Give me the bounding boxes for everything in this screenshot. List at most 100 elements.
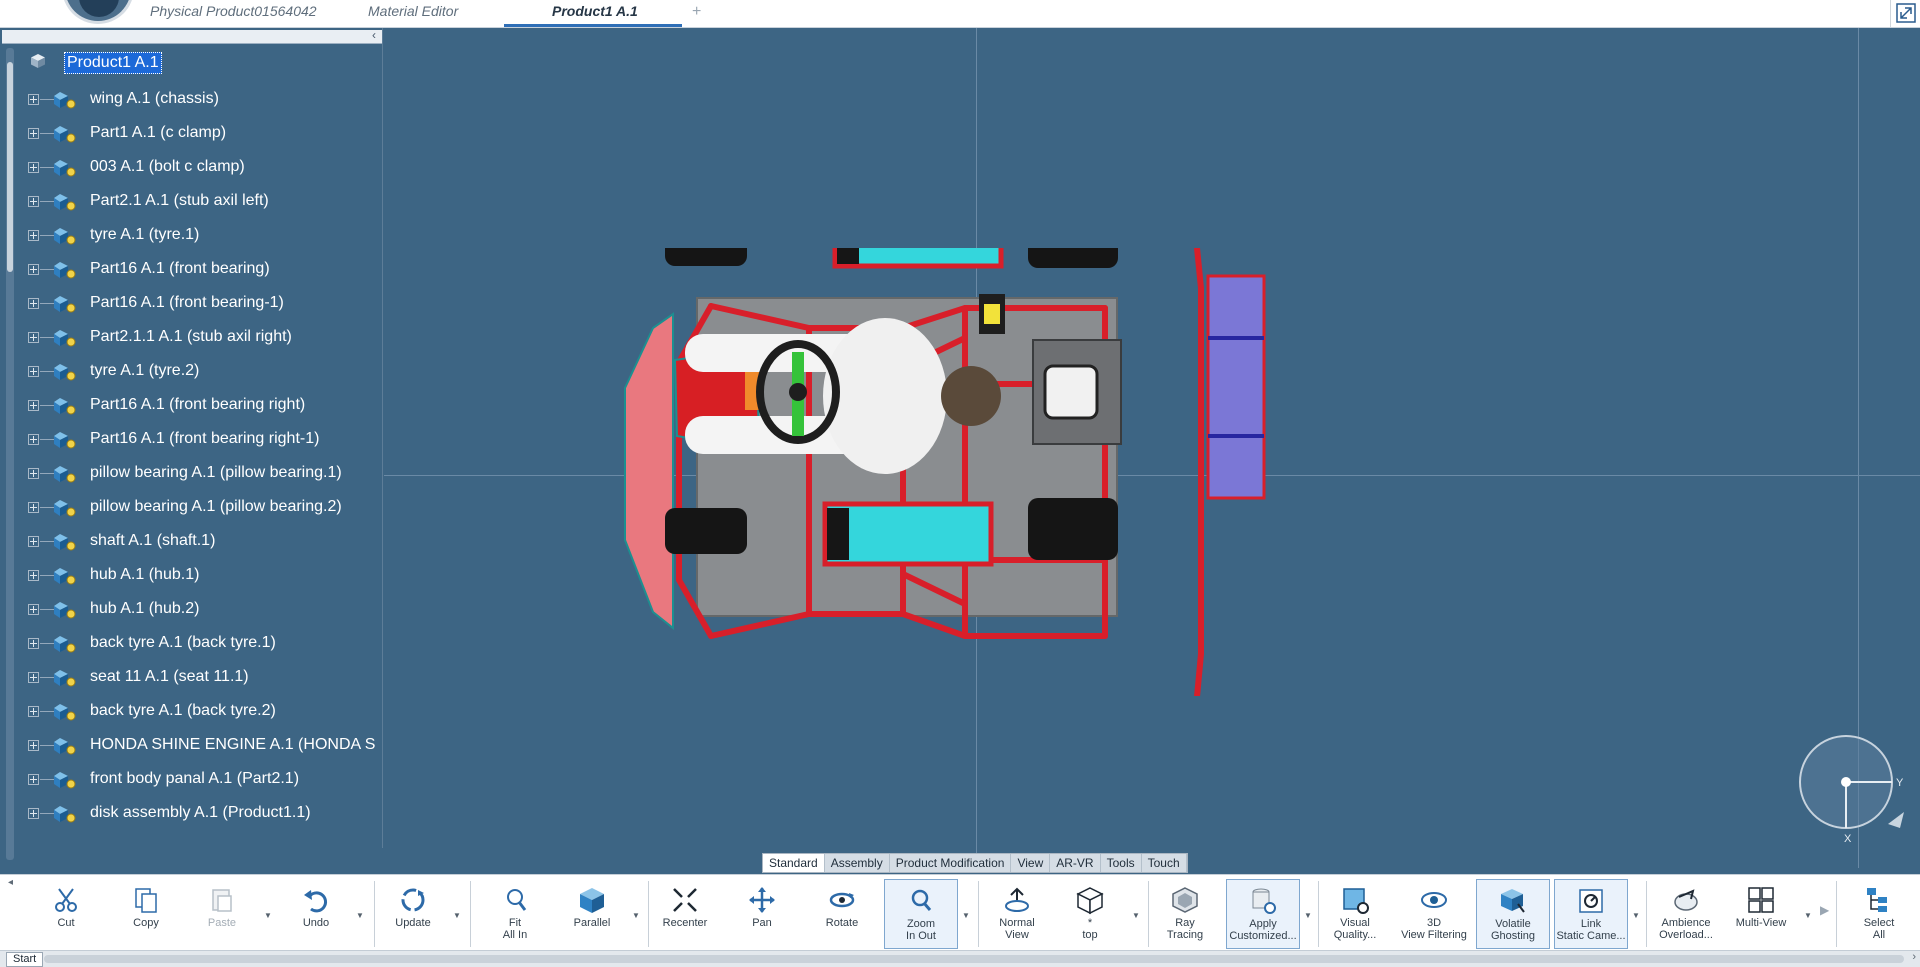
copy-button[interactable]: Copy <box>124 879 168 949</box>
tree-item[interactable]: Part16 A.1 (front bearing right) <box>26 394 386 418</box>
section-tab-tools[interactable]: Tools <box>1101 854 1142 872</box>
expand-plus-icon[interactable] <box>28 808 39 819</box>
view-dropdown-icon[interactable]: ▼ <box>1132 911 1140 920</box>
fit-all-in-button[interactable]: Fit All In <box>490 879 540 949</box>
expand-plus-icon[interactable] <box>28 706 39 717</box>
tree-item[interactable]: disk assembly A.1 (Product1.1) <box>26 802 386 826</box>
expand-plus-icon[interactable] <box>28 400 39 411</box>
tree-item[interactable]: back tyre A.1 (back tyre.2) <box>26 700 386 724</box>
tree-item[interactable]: Part2.1 A.1 (stub axil left) <box>26 190 386 214</box>
expand-plus-icon[interactable] <box>28 740 39 751</box>
top-view-button[interactable]: * top <box>1066 879 1114 949</box>
action-bar-left-arrow[interactable]: ◂ <box>8 877 13 888</box>
expand-plus-icon[interactable] <box>28 434 39 445</box>
tree-item-label[interactable]: pillow bearing A.1 (pillow bearing.1) <box>90 464 342 482</box>
section-tab-assembly[interactable]: Assembly <box>825 854 890 872</box>
tab-physical-product[interactable]: Physical Product01564042 <box>150 0 317 27</box>
expand-plus-icon[interactable] <box>28 774 39 785</box>
tree-item[interactable]: hub A.1 (hub.2) <box>26 598 386 622</box>
zoom-in-out-button[interactable]: Zoom In Out <box>884 879 958 949</box>
multi-view-dropdown-icon[interactable]: ▼ <box>1804 911 1812 920</box>
expand-plus-icon[interactable] <box>28 604 39 615</box>
tree-item-label[interactable]: back tyre A.1 (back tyre.1) <box>90 634 276 652</box>
expand-plus-icon[interactable] <box>28 230 39 241</box>
tree-item-label[interactable]: shaft A.1 (shaft.1) <box>90 532 215 550</box>
section-tab-standard[interactable]: Standard <box>763 854 825 872</box>
camera-dropdown-icon[interactable]: ▼ <box>1632 911 1640 920</box>
expand-plus-icon[interactable] <box>28 128 39 139</box>
rotate-button[interactable]: Rotate <box>818 879 866 949</box>
tree-item[interactable]: shaft A.1 (shaft.1) <box>26 530 386 554</box>
paste-button[interactable]: Paste <box>200 879 244 949</box>
tree-item[interactable]: Part16 A.1 (front bearing) <box>26 258 386 282</box>
view-compass[interactable]: X Y <box>1796 732 1906 847</box>
section-tab-view[interactable]: View <box>1011 854 1051 872</box>
3d-view-filtering-button[interactable]: 3D View Filtering <box>1396 879 1472 949</box>
pan-button[interactable]: Pan <box>740 879 784 949</box>
undo-button[interactable]: Undo <box>292 879 340 949</box>
tree-item[interactable]: front body panal A.1 (Part2.1) <box>26 768 386 792</box>
start-button[interactable]: Start <box>6 952 44 967</box>
tree-item[interactable]: back tyre A.1 (back tyre.1) <box>26 632 386 656</box>
tree-item[interactable]: 003 A.1 (bolt c clamp) <box>26 156 386 180</box>
paste-dropdown-icon[interactable]: ▼ <box>264 911 272 920</box>
apply-customized-button[interactable]: Apply Customized... <box>1226 879 1300 949</box>
section-tab-touch[interactable]: Touch <box>1142 854 1187 872</box>
expand-plus-icon[interactable] <box>28 366 39 377</box>
tree-collapse-bar[interactable]: ‹ <box>2 28 382 44</box>
tree-item[interactable]: Part16 A.1 (front bearing right-1) <box>26 428 386 452</box>
tree-item[interactable]: wing A.1 (chassis) <box>26 88 386 112</box>
zoom-dropdown-icon[interactable]: ▼ <box>962 911 970 920</box>
tab-material-editor[interactable]: Material Editor <box>368 0 458 27</box>
expand-plus-icon[interactable] <box>28 332 39 343</box>
tree-item-label[interactable]: hub A.1 (hub.2) <box>90 600 199 618</box>
projection-dropdown-icon[interactable]: ▼ <box>632 911 640 920</box>
ray-tracing-button[interactable]: Ray Tracing <box>1160 879 1210 949</box>
tab-product1[interactable]: Product1 A.1 <box>504 0 682 27</box>
tree-scroll-thumb[interactable] <box>7 62 13 272</box>
tree-item-label[interactable]: back tyre A.1 (back tyre.2) <box>90 702 276 720</box>
status-scroll-track[interactable] <box>44 955 1904 963</box>
parallel-button[interactable]: Parallel <box>566 879 618 949</box>
tree-item-label[interactable]: Part16 A.1 (front bearing-1) <box>90 294 284 312</box>
tree-item[interactable]: tyre A.1 (tyre.2) <box>26 360 386 384</box>
tree-item-label[interactable]: Part2.1.1 A.1 (stub axil right) <box>90 328 292 346</box>
select-all-button[interactable]: Select All <box>1854 879 1904 949</box>
tree-item[interactable]: tyre A.1 (tyre.1) <box>26 224 386 248</box>
normal-view-button[interactable]: Normal View <box>990 879 1044 949</box>
tree-vertical-scrollbar[interactable] <box>6 48 14 860</box>
expand-plus-icon[interactable] <box>28 672 39 683</box>
tree-item-label[interactable]: HONDA SHINE ENGINE A.1 (HONDA S <box>90 736 375 754</box>
expand-plus-icon[interactable] <box>28 94 39 105</box>
expand-plus-icon[interactable] <box>28 536 39 547</box>
expand-plus-icon[interactable] <box>28 162 39 173</box>
expand-plus-icon[interactable] <box>28 196 39 207</box>
customized-dropdown-icon[interactable]: ▼ <box>1304 911 1312 920</box>
tree-item-label[interactable]: wing A.1 (chassis) <box>90 90 219 108</box>
section-tab-product-modification[interactable]: Product Modification <box>890 854 1012 872</box>
add-tab-button[interactable]: + <box>692 0 701 23</box>
link-static-camera-button[interactable]: Link Static Came... <box>1554 879 1628 949</box>
tree-item[interactable]: pillow bearing A.1 (pillow bearing.2) <box>26 496 386 520</box>
tree-item-label[interactable]: disk assembly A.1 (Product1.1) <box>90 804 311 822</box>
volatile-ghosting-button[interactable]: Volatile Ghosting <box>1476 879 1550 949</box>
tree-item[interactable]: Part2.1.1 A.1 (stub axil right) <box>26 326 386 350</box>
update-button[interactable]: Update <box>388 879 438 949</box>
tree-item[interactable]: pillow bearing A.1 (pillow bearing.1) <box>26 462 386 486</box>
compass-app-logo[interactable] <box>62 0 134 24</box>
tree-item-label[interactable]: Part16 A.1 (front bearing right-1) <box>90 430 319 448</box>
tree-item-label[interactable]: Part2.1 A.1 (stub axil left) <box>90 192 269 210</box>
expand-plus-icon[interactable] <box>28 638 39 649</box>
go-kart-3d-model[interactable] <box>585 248 1305 696</box>
expand-plus-icon[interactable] <box>28 570 39 581</box>
tree-item-label[interactable]: Part1 A.1 (c clamp) <box>90 124 226 142</box>
expand-plus-icon[interactable] <box>28 264 39 275</box>
status-scroll-right-icon[interactable]: › <box>1912 951 1916 963</box>
tree-item-label[interactable]: Part16 A.1 (front bearing right) <box>90 396 305 414</box>
tree-item-label[interactable]: Part16 A.1 (front bearing) <box>90 260 270 278</box>
collapse-tree-icon[interactable]: ‹ <box>372 28 376 42</box>
tree-item-label[interactable]: 003 A.1 (bolt c clamp) <box>90 158 245 176</box>
tree-item[interactable]: Part16 A.1 (front bearing-1) <box>26 292 386 316</box>
cut-button[interactable]: Cut <box>44 879 88 949</box>
tree-item[interactable]: seat 11 A.1 (seat 11.1) <box>26 666 386 690</box>
